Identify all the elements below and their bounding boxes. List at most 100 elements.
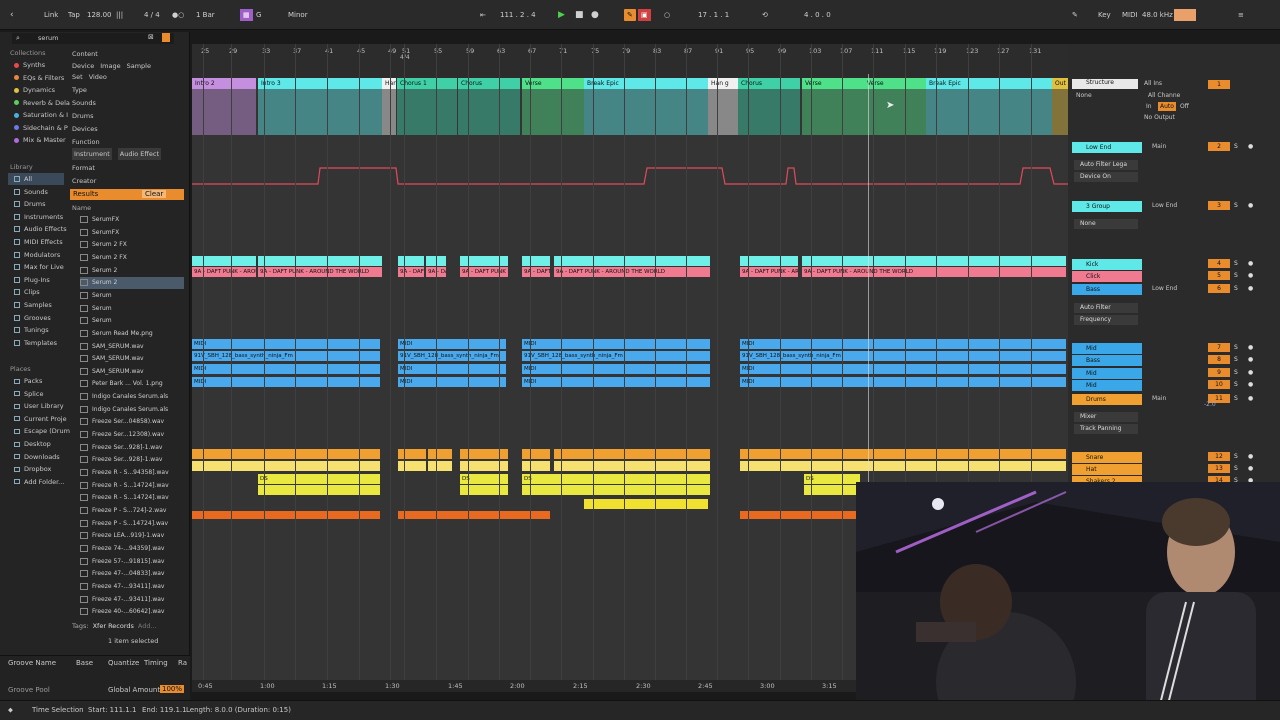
places-item[interactable]: Escape (Drum: [14, 425, 70, 437]
arm-icon[interactable]: ●: [1248, 284, 1253, 293]
places-item[interactable]: User Library: [14, 400, 64, 412]
collection-item[interactable]: Sidechain & P: [14, 122, 68, 134]
midi-clip[interactable]: MIDI: [522, 364, 710, 374]
midi-clip[interactable]: MIDI: [522, 377, 710, 387]
global-amount-value[interactable]: 100%: [160, 685, 185, 693]
groove-col-quantize[interactable]: Quantize: [108, 659, 139, 667]
shaker-clip[interactable]: DS: [258, 474, 380, 484]
track-number[interactable]: 12: [1208, 452, 1230, 461]
solo-button[interactable]: S: [1234, 380, 1238, 389]
filter-format[interactable]: Format: [72, 162, 95, 174]
library-item-tune[interactable]: Tunings: [14, 324, 49, 336]
arm-icon[interactable]: ●: [1248, 452, 1253, 461]
file-item[interactable]: Freeze Ser...04858).wav: [80, 416, 184, 428]
volume-db-value[interactable]: -2.0: [1204, 400, 1216, 409]
automation-arm-icon[interactable]: ✎: [624, 9, 636, 21]
groove-col-timing[interactable]: Timing: [144, 659, 168, 667]
tap-button[interactable]: Tap: [68, 9, 80, 21]
places-item[interactable]: Add Folder...: [14, 476, 64, 488]
track-header[interactable]: Hat: [1072, 464, 1142, 475]
section-locator[interactable]: Intro 2: [192, 78, 256, 89]
bass-clip[interactable]: 91V_SBH_128_bass_synth_ninja_Fm: [740, 351, 1066, 361]
tag-instrument[interactable]: Instrument: [72, 148, 112, 160]
shaker-clip-2[interactable]: [522, 485, 710, 495]
device-on-param[interactable]: Device On: [1074, 172, 1138, 182]
file-item[interactable]: Freeze 47-...93411].wav: [80, 581, 184, 593]
section-locator[interactable]: Verse: [522, 78, 584, 89]
arm-icon[interactable]: ●: [1248, 142, 1253, 151]
groove-col-name[interactable]: Groove Name: [8, 659, 56, 667]
library-item-groove[interactable]: Grooves: [14, 312, 51, 324]
library-item-wave[interactable]: Samples: [14, 299, 52, 311]
audio-clip[interactable]: 9A - DAFT PUNK - AROUND THE WORLD: [192, 267, 256, 277]
draw-mode-icon[interactable]: ✎: [1072, 9, 1078, 21]
track-number[interactable]: 13: [1208, 464, 1230, 473]
midi-clip[interactable]: MIDI: [398, 377, 506, 387]
midi-clip[interactable]: MIDI: [398, 339, 506, 349]
input-type-select[interactable]: All Ins: [1144, 79, 1162, 88]
bass-clip[interactable]: 91V_SBH_128_bass_synth_ninja_Fm: [398, 351, 506, 361]
tags-value[interactable]: Xfer Records: [93, 620, 134, 632]
solo-button[interactable]: S: [1234, 142, 1238, 151]
library-item-max[interactable]: Max for Live: [14, 261, 64, 273]
device-mixer[interactable]: Mixer: [1074, 412, 1138, 422]
midi-clip[interactable]: MIDI: [740, 339, 1066, 349]
name-column-header[interactable]: Name: [72, 202, 91, 214]
track-number[interactable]: 4: [1208, 259, 1230, 268]
time-signature-field[interactable]: 4 / 4: [144, 9, 160, 21]
file-item[interactable]: Indigo Canales Serum.als: [80, 391, 184, 403]
snare-clip[interactable]: [740, 449, 1066, 459]
file-item[interactable]: Freeze 47-...93411].wav: [80, 594, 184, 606]
places-item[interactable]: Packs: [14, 375, 42, 387]
follow-icon[interactable]: ●○: [172, 9, 184, 21]
solo-button[interactable]: S: [1234, 259, 1238, 268]
group-input-select[interactable]: None: [1074, 219, 1138, 229]
collection-item[interactable]: Reverb & Dela: [14, 97, 70, 109]
orange-clip[interactable]: [740, 511, 856, 519]
loop-start-field[interactable]: 17 . 1 . 1: [698, 9, 729, 21]
track-header[interactable]: Drums: [1072, 394, 1142, 405]
file-item[interactable]: Freeze 74-...94359].wav: [80, 543, 184, 555]
file-item[interactable]: Freeze Ser...928]-1.wav: [80, 454, 184, 466]
shaker-clip[interactable]: DS: [804, 474, 860, 484]
track-header[interactable]: Mid: [1072, 380, 1142, 391]
collection-item[interactable]: Synths: [14, 59, 45, 71]
snare-clip[interactable]: [428, 449, 452, 459]
file-item[interactable]: Serum: [80, 290, 184, 302]
search-input[interactable]: serum: [38, 34, 59, 42]
groove-col-random[interactable]: Ra: [178, 659, 187, 667]
bass-clip[interactable]: 91V_SBH_128_bass_synth_ninja_Fm: [192, 351, 380, 361]
filter-function[interactable]: Function: [72, 136, 100, 148]
collection-item[interactable]: Saturation & I: [14, 109, 68, 121]
midi-clip[interactable]: MIDI: [740, 377, 1066, 387]
key-root-select[interactable]: G: [256, 9, 261, 21]
file-item[interactable]: Serum Read Me.png: [80, 328, 184, 340]
file-item[interactable]: Freeze P - S...724]-2.wav: [80, 505, 184, 517]
orange-clip[interactable]: [398, 511, 550, 519]
solo-button[interactable]: S: [1234, 355, 1238, 364]
arm-icon[interactable]: ●: [1248, 343, 1253, 352]
solo-button[interactable]: S: [1234, 343, 1238, 352]
track-structure[interactable]: Structure: [1072, 79, 1138, 89]
arm-icon[interactable]: ●: [1248, 271, 1253, 280]
track-number[interactable]: 5: [1208, 271, 1230, 280]
orange-clip[interactable]: [192, 511, 380, 519]
collection-item[interactable]: EQs & Filters: [14, 72, 64, 84]
arm-icon[interactable]: ●: [1248, 380, 1253, 389]
places-item[interactable]: Desktop: [14, 438, 51, 450]
library-item-tmpl[interactable]: Templates: [14, 337, 57, 349]
file-item[interactable]: Serum 2 FX: [80, 252, 184, 264]
loop-switch-icon[interactable]: ⟲: [762, 9, 768, 21]
filter-creator[interactable]: Creator: [72, 175, 96, 187]
device-track-panning[interactable]: Track Panning: [1074, 424, 1138, 434]
filter-drums[interactable]: Drums: [72, 110, 94, 122]
play-button[interactable]: ▶: [558, 9, 565, 21]
monitor-auto-button[interactable]: Auto: [1158, 102, 1176, 111]
midi-clip[interactable]: MIDI: [192, 377, 380, 387]
track-number[interactable]: 9: [1208, 368, 1230, 377]
search-box[interactable]: ⌕ serum ⊠: [12, 33, 174, 44]
section-locator[interactable]: Chorus 1: [397, 78, 457, 89]
section-locator[interactable]: Intro 3: [258, 78, 382, 89]
section-locator[interactable]: Break Epic: [584, 78, 708, 89]
shaker-clip-2[interactable]: [804, 485, 860, 495]
